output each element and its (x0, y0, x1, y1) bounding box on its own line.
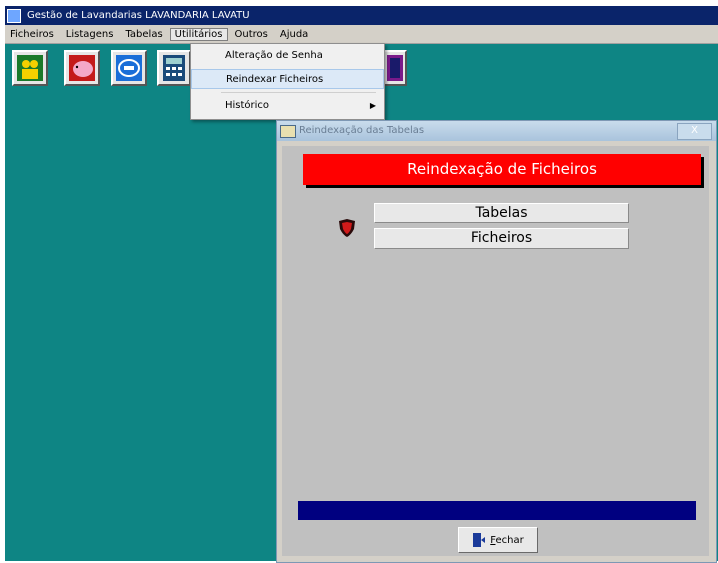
menu-tabelas[interactable]: Tabelas (120, 28, 167, 41)
ficheiros-button[interactable]: Ficheiros (374, 228, 629, 249)
window-icon (280, 125, 296, 138)
app-icon (7, 8, 21, 23)
exit-door-icon (387, 55, 403, 81)
menu-listagens[interactable]: Listagens (61, 28, 119, 41)
reindex-dialog: Reindexação das Tabelas X Reindexação de… (276, 120, 717, 563)
piggy-bank-icon (69, 55, 95, 81)
menu-outros[interactable]: Outros (230, 28, 273, 41)
menu-item-label: Histórico (225, 100, 270, 111)
submenu-arrow-icon: ▶ (369, 101, 376, 110)
menu-utilitarios[interactable]: Utilitários (169, 27, 228, 41)
fechar-label: Fechar (490, 534, 524, 546)
app-title: Gestão de Lavandarias LAVANDARIA LAVATU (27, 10, 250, 21)
exit-door-icon (473, 533, 486, 547)
exit-door-button[interactable] (383, 50, 407, 86)
people-button[interactable] (12, 50, 48, 86)
menu-item-reindexar-ficheiros[interactable]: Reindexar Ficheiros (191, 69, 384, 89)
menu-ficheiros[interactable]: Ficheiros (5, 28, 59, 41)
logo-icon (116, 55, 142, 81)
piggy-bank-button[interactable] (64, 50, 100, 86)
calculator-icon (163, 55, 185, 81)
people-icon (17, 55, 43, 81)
menu-item-historico[interactable]: Histórico ▶ (191, 96, 384, 116)
menu-separator (221, 92, 376, 93)
fechar-button[interactable]: Fechar (458, 527, 538, 553)
dialog-titlebar[interactable]: Reindexação das Tabelas X (277, 121, 716, 141)
menu-ajuda[interactable]: Ajuda (275, 28, 313, 41)
calculator-button[interactable] (157, 50, 191, 86)
dialog-title: Reindexação das Tabelas (299, 125, 425, 136)
utilitarios-dropdown: Alteração de Senha Reindexar Ficheiros H… (190, 43, 385, 120)
progress-bar (298, 501, 696, 520)
tabelas-button[interactable]: Tabelas (374, 203, 629, 223)
reindex-banner: Reindexação de Ficheiros (303, 154, 701, 185)
shield-icon (339, 219, 355, 237)
menu-item-label: Reindexar Ficheiros (226, 74, 324, 85)
close-button[interactable]: X (677, 123, 712, 140)
menubar: Ficheiros Listagens Tabelas Utilitários … (5, 25, 718, 44)
dialog-body: Reindexação de Ficheiros Tabelas Ficheir… (282, 146, 709, 556)
app-titlebar: Gestão de Lavandarias LAVANDARIA LAVATU (5, 6, 718, 25)
logo-button[interactable] (111, 50, 147, 86)
menu-item-label: Alteração de Senha (225, 50, 323, 61)
menu-item-alteracao-senha[interactable]: Alteração de Senha (191, 46, 384, 66)
